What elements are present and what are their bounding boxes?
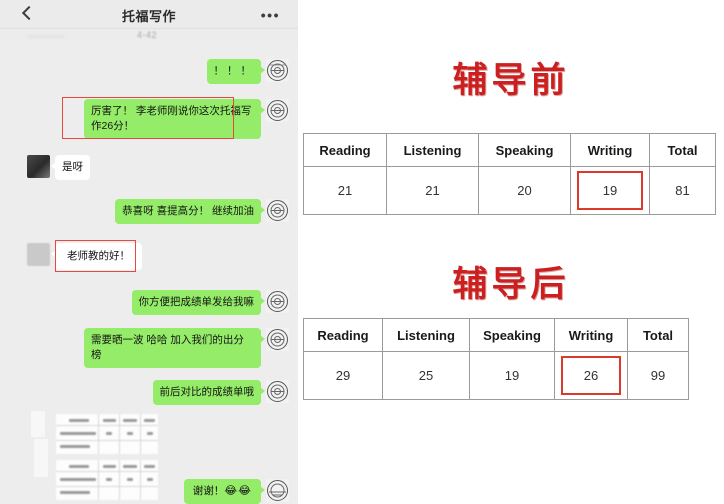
message-bubble[interactable]: 需要晒一波 哈哈 加入我们的出分榜 [84, 328, 265, 368]
avatar[interactable] [266, 380, 289, 403]
table-header-row: Reading Listening Speaking Writing Total [303, 318, 689, 352]
avatar[interactable] [266, 328, 289, 351]
chat-subheader: 4-42 [0, 29, 298, 47]
list-item[interactable] [55, 413, 159, 455]
list-item[interactable]: 厉害了！ 李老师刚说你这次托福写作26分！ [84, 99, 289, 139]
column-header-speaking: Speaking [478, 133, 571, 167]
cell-total: 81 [649, 166, 716, 215]
avatar[interactable] [266, 59, 289, 82]
before-tutoring-table: Reading Listening Speaking Writing Total… [303, 133, 716, 215]
cell-reading: 21 [303, 166, 387, 215]
cell-total: 99 [627, 351, 689, 400]
message-bubble[interactable]: 你方便把成绩单发给我嘛 [131, 290, 265, 315]
red-highlight-box [561, 356, 621, 395]
red-highlight-box [577, 171, 643, 210]
message-bubble[interactable]: ！！！ [206, 59, 265, 84]
cell-reading: 29 [303, 351, 383, 400]
list-item[interactable] [55, 459, 159, 501]
after-tutoring-table: Reading Listening Speaking Writing Total… [303, 318, 689, 400]
avatar-logo-icon [267, 329, 288, 350]
list-item[interactable]: 老师教的好！ [27, 243, 142, 270]
chat-header-bar: 托福写作 ••• [0, 0, 298, 29]
column-header-listening: Listening [386, 133, 479, 167]
avatar-logo-icon [267, 480, 288, 501]
table-row: 21 21 20 19 81 [303, 166, 716, 215]
column-header-total: Total [649, 133, 716, 167]
list-item[interactable]: 需要晒一波 哈哈 加入我们的出分榜 [84, 328, 289, 368]
blurred-decoration [28, 35, 64, 38]
avatar [34, 439, 48, 477]
list-item[interactable]: 你方便把成绩单发给我嘛 [131, 290, 289, 315]
list-item[interactable]: ！！！ [206, 59, 289, 84]
wechat-chat-screenshot: 托福写作 ••• 4-42 ！！！ 厉害了！ 李老师刚说你这次托福写作26分！ [0, 0, 298, 504]
blurred-timestamp: 4-42 [137, 30, 158, 40]
column-header-reading: Reading [303, 318, 383, 352]
cell-speaking: 19 [469, 351, 555, 400]
cell-listening: 21 [386, 166, 479, 215]
list-item[interactable]: 前后对比的成绩单哦 [152, 380, 289, 405]
chat-message-list[interactable]: ！！！ 厉害了！ 李老师刚说你这次托福写作26分！ 是呀 恭喜呀 喜提高分！ 继… [0, 47, 298, 504]
avatar-logo-icon [267, 60, 288, 81]
table-row: 29 25 19 26 99 [303, 351, 689, 400]
avatar[interactable] [266, 99, 289, 122]
cell-writing-highlighted: 26 [554, 351, 628, 400]
avatar [31, 411, 45, 437]
avatar-logo-icon [267, 100, 288, 121]
column-header-speaking: Speaking [469, 318, 555, 352]
message-bubble[interactable]: 恭喜呀 喜提高分！ 继续加油 [115, 199, 265, 224]
before-tutoring-title: 辅导前 [452, 60, 570, 101]
message-bubble[interactable]: 谢谢！😂😂 [183, 479, 266, 504]
chat-title: 托福写作 [121, 9, 176, 24]
message-bubble[interactable]: 是呀 [51, 155, 90, 180]
cell-listening: 25 [382, 351, 470, 400]
column-header-listening: Listening [382, 318, 470, 352]
column-header-writing: Writing [570, 133, 650, 167]
avatar[interactable] [27, 243, 50, 266]
avatar-logo-icon [267, 381, 288, 402]
avatar[interactable] [27, 155, 50, 178]
avatar[interactable] [266, 199, 289, 222]
cell-speaking: 20 [478, 166, 571, 215]
column-header-total: Total [627, 318, 689, 352]
list-item[interactable]: 恭喜呀 喜提高分！ 继续加油 [115, 199, 289, 224]
avatar-logo-icon [267, 291, 288, 312]
avatar-logo-icon [267, 200, 288, 221]
more-options-icon[interactable]: ••• [261, 8, 280, 22]
emoji-icon: 😂😂 [224, 485, 252, 497]
after-tutoring-title: 辅导后 [452, 264, 570, 305]
score-comparison-panel: 辅导前 Reading Listening Speaking Writing T… [298, 0, 724, 504]
message-text: 谢谢！ [192, 485, 225, 497]
column-header-writing: Writing [554, 318, 628, 352]
table-header-row: Reading Listening Speaking Writing Total [303, 133, 716, 167]
message-bubble[interactable]: 老师教的好！ [51, 243, 142, 270]
cell-writing-highlighted: 19 [570, 166, 650, 215]
list-item[interactable]: 是呀 [27, 155, 90, 180]
column-header-reading: Reading [303, 133, 387, 167]
avatar[interactable] [266, 479, 289, 502]
message-bubble[interactable]: 厉害了！ 李老师刚说你这次托福写作26分！ [84, 99, 265, 139]
list-item[interactable]: 谢谢！😂😂 [183, 479, 289, 504]
message-bubble[interactable]: 前后对比的成绩单哦 [152, 380, 265, 405]
avatar[interactable] [266, 290, 289, 313]
